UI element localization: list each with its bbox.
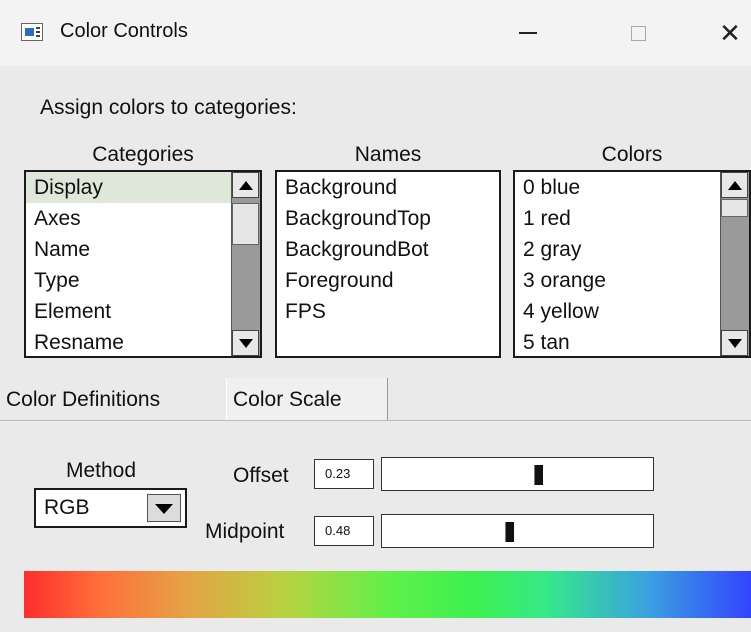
list-item[interactable]: Element xyxy=(26,296,260,327)
midpoint-slider[interactable] xyxy=(381,514,654,548)
method-label: Method xyxy=(66,459,137,482)
list-item[interactable]: 2 gray xyxy=(515,234,749,265)
midpoint-slider-thumb[interactable] xyxy=(505,522,514,542)
categories-scrollbar[interactable] xyxy=(231,172,260,356)
tab-panel-divider xyxy=(0,420,751,421)
dropdown-button[interactable] xyxy=(147,494,181,522)
names-list[interactable]: Background BackgroundTop BackgroundBot F… xyxy=(275,170,501,358)
list-item[interactable]: 5 tan xyxy=(515,327,749,356)
scroll-down-button[interactable] xyxy=(721,330,748,356)
scroll-down-button[interactable] xyxy=(232,330,259,356)
colors-label: Colors xyxy=(601,143,663,166)
chevron-down-icon xyxy=(155,504,173,514)
list-item[interactable]: Background xyxy=(277,172,499,203)
method-select[interactable]: RGB xyxy=(34,488,187,528)
list-item[interactable]: 1 red xyxy=(515,203,749,234)
colors-list[interactable]: 0 blue 1 red 2 gray 3 orange 4 yellow 5 … xyxy=(513,170,751,358)
offset-value[interactable]: 0.23 xyxy=(314,459,374,489)
tab-color-definitions[interactable]: Color Definitions xyxy=(0,378,218,420)
scroll-thumb[interactable] xyxy=(232,203,259,245)
window-title: Color Controls xyxy=(60,20,188,42)
list-item[interactable]: Display xyxy=(26,172,260,203)
names-label: Names xyxy=(354,143,422,166)
colors-scrollbar[interactable] xyxy=(720,172,749,356)
arrow-down-icon xyxy=(239,339,253,348)
offset-slider[interactable] xyxy=(381,457,654,491)
arrow-down-icon xyxy=(728,339,742,348)
arrow-up-icon xyxy=(239,181,253,190)
list-item[interactable]: BackgroundTop xyxy=(277,203,499,234)
list-item[interactable]: Name xyxy=(26,234,260,265)
list-item[interactable]: FPS xyxy=(277,296,499,327)
tab-color-scale[interactable]: Color Scale xyxy=(226,378,388,420)
list-item[interactable]: Resname xyxy=(26,327,260,356)
categories-list[interactable]: Display Axes Name Type Element Resname xyxy=(24,170,262,358)
list-item[interactable]: Type xyxy=(26,265,260,296)
midpoint-value[interactable]: 0.48 xyxy=(314,516,374,546)
scroll-up-button[interactable] xyxy=(232,172,259,198)
title-bar[interactable]: Color Controls ✕ xyxy=(0,0,751,66)
list-item[interactable]: 3 orange xyxy=(515,265,749,296)
offset-slider-thumb[interactable] xyxy=(534,465,543,485)
midpoint-label: Midpoint xyxy=(205,520,285,543)
list-item[interactable]: Axes xyxy=(26,203,260,234)
scroll-thumb[interactable] xyxy=(721,199,748,217)
minimize-icon xyxy=(519,32,537,34)
maximize-button[interactable] xyxy=(608,10,668,56)
list-item[interactable]: 0 blue xyxy=(515,172,749,203)
assign-heading: Assign colors to categories: xyxy=(40,96,297,119)
color-scale-gradient xyxy=(24,571,751,618)
list-item[interactable]: Foreground xyxy=(277,265,499,296)
maximize-icon xyxy=(630,25,646,41)
minimize-button[interactable] xyxy=(498,10,558,56)
method-value: RGB xyxy=(44,496,90,519)
list-item[interactable]: 4 yellow xyxy=(515,296,749,327)
scroll-up-button[interactable] xyxy=(721,172,748,198)
app-icon xyxy=(21,23,43,41)
list-item[interactable]: BackgroundBot xyxy=(277,234,499,265)
close-icon: ✕ xyxy=(719,17,741,48)
close-button[interactable]: ✕ xyxy=(700,10,751,56)
arrow-up-icon xyxy=(728,181,742,190)
categories-label: Categories xyxy=(92,143,194,166)
offset-label: Offset xyxy=(233,464,289,487)
